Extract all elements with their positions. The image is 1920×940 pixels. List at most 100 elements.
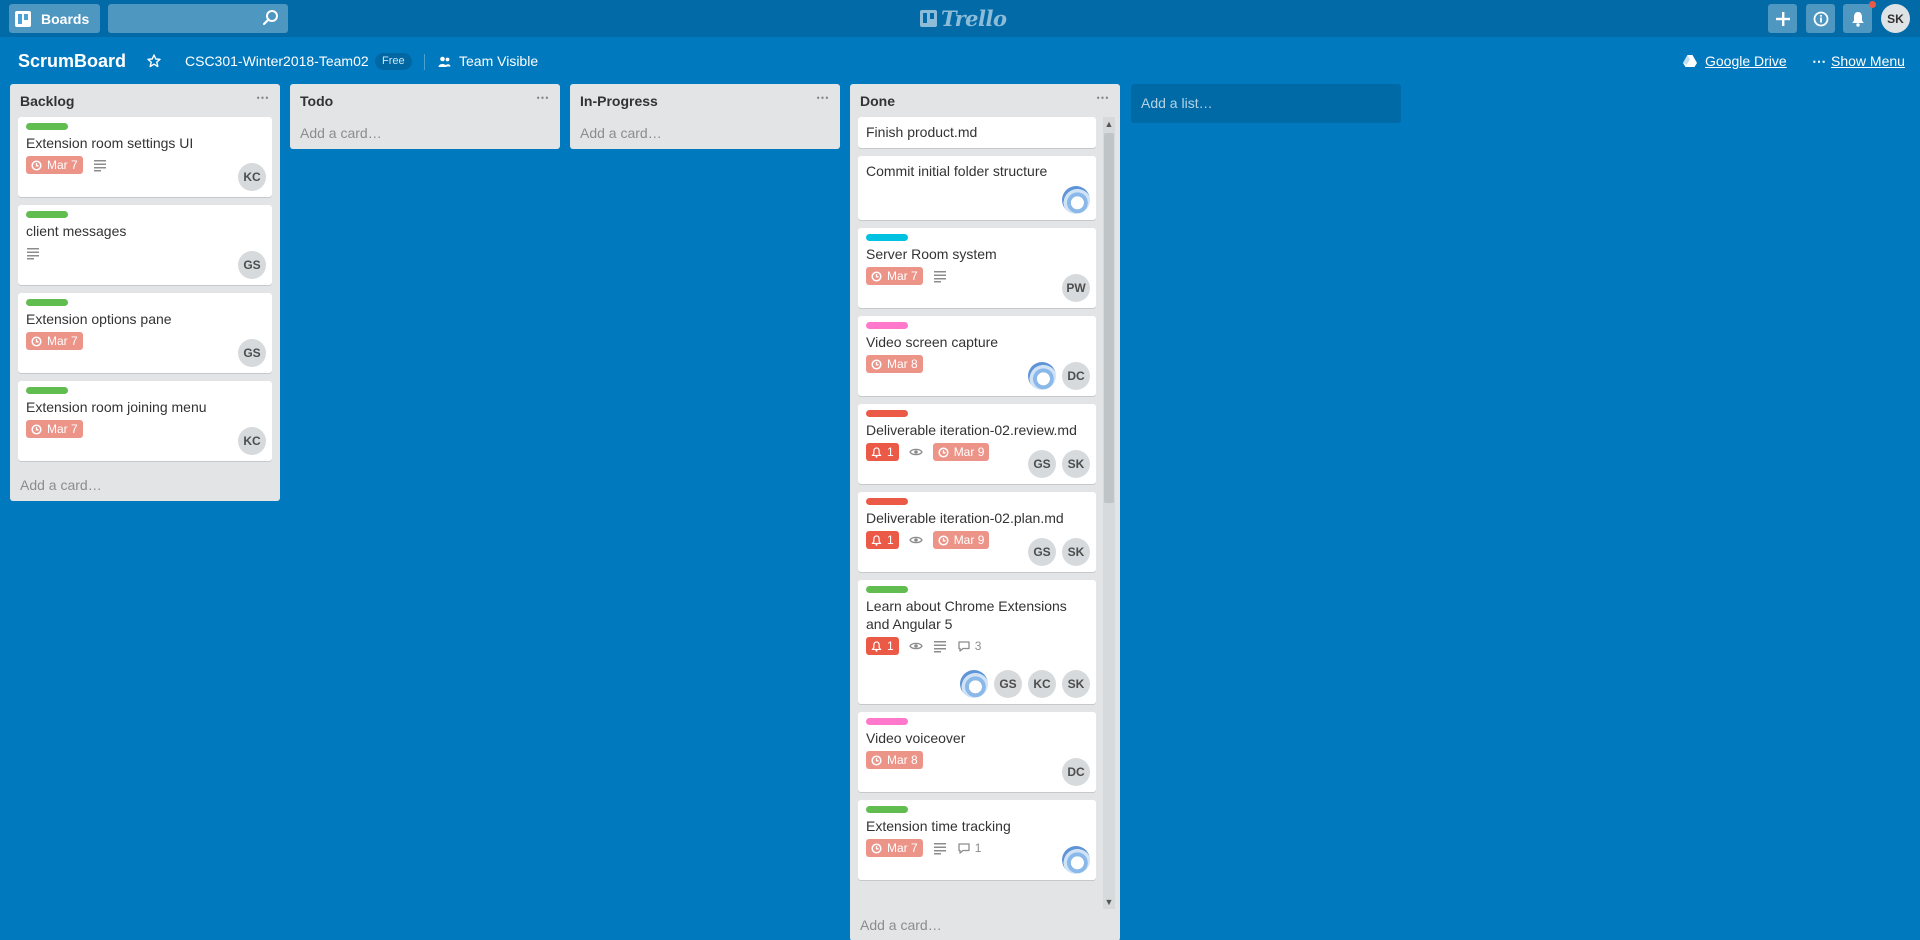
- notification-badge: 1: [866, 637, 899, 655]
- member-avatar[interactable]: GS: [994, 670, 1022, 698]
- header-divider: [424, 54, 425, 70]
- card-learn-about-chrome-extensions[interactable]: Learn about Chrome Extensions and Angula…: [858, 580, 1096, 704]
- add-card-button[interactable]: Add a card…: [10, 469, 280, 501]
- clock-icon: [871, 842, 882, 854]
- boards-button[interactable]: Boards: [9, 4, 100, 33]
- scroll-up-icon[interactable]: ▲: [1103, 117, 1115, 131]
- list-header[interactable]: Todo ⋯: [290, 84, 560, 117]
- scroll-down-icon[interactable]: ▼: [1103, 895, 1115, 909]
- add-card-button[interactable]: Add a card…: [570, 117, 840, 149]
- done-list-scrollbar[interactable]: ▲ ▼: [1103, 117, 1115, 909]
- due-date-badge: Mar 7: [866, 839, 923, 857]
- member-avatar[interactable]: GS: [238, 339, 266, 367]
- google-drive-link[interactable]: Google Drive: [1705, 53, 1787, 69]
- member-avatar[interactable]: GS: [238, 251, 266, 279]
- alert-bell-icon: [871, 640, 882, 652]
- member-avatar[interactable]: KC: [238, 427, 266, 455]
- member-avatar-photo[interactable]: [1062, 186, 1090, 214]
- card-extension-room-joining-menu[interactable]: Extension room joining menu Mar 7 KC: [18, 381, 272, 461]
- card-server-room-system[interactable]: Server Room system Mar 7 PW: [858, 228, 1096, 308]
- card-extension-options-pane[interactable]: Extension options pane Mar 7 GS: [18, 293, 272, 373]
- card-video-voiceover[interactable]: Video voiceover Mar 8 DC: [858, 712, 1096, 792]
- search-icon[interactable]: [262, 9, 280, 27]
- card-label-red[interactable]: [866, 410, 908, 417]
- member-avatar[interactable]: PW: [1062, 274, 1090, 302]
- member-avatar[interactable]: GS: [1028, 450, 1056, 478]
- add-card-button[interactable]: Add a card…: [850, 909, 1120, 940]
- board-title[interactable]: ScrumBoard: [18, 51, 126, 72]
- list-header[interactable]: Backlog ⋯: [10, 84, 280, 117]
- card-label-red[interactable]: [866, 498, 908, 505]
- search-input[interactable]: [108, 4, 288, 33]
- list-menu-button[interactable]: ⋯: [1096, 90, 1110, 106]
- list-menu-button[interactable]: ⋯: [256, 90, 270, 106]
- member-avatar[interactable]: SK: [1062, 450, 1090, 478]
- top-header: Boards Trello SK: [0, 0, 1920, 37]
- list-title[interactable]: Todo: [300, 93, 333, 109]
- due-date-text: Mar 9: [953, 533, 985, 547]
- card-label-pink[interactable]: [866, 322, 908, 329]
- list-title[interactable]: Done: [860, 93, 895, 109]
- card-commit-initial-folder-structure[interactable]: Commit initial folder structure: [858, 156, 1096, 220]
- card-extension-room-settings-ui[interactable]: Extension room settings UI Mar 7 KC: [18, 117, 272, 197]
- card-deliverable-iteration-02-plan[interactable]: Deliverable iteration-02.plan.md 1 Mar 9…: [858, 492, 1096, 572]
- comment-count: 1: [974, 841, 982, 855]
- card-label-pink[interactable]: [866, 718, 908, 725]
- trello-logo[interactable]: Trello: [920, 5, 1007, 31]
- member-avatar-photo[interactable]: [1062, 846, 1090, 874]
- list-backlog: Backlog ⋯ Extension room settings UI Mar…: [10, 84, 280, 501]
- member-avatar[interactable]: DC: [1062, 758, 1090, 786]
- card-extension-time-tracking[interactable]: Extension time tracking Mar 7 1: [858, 800, 1096, 880]
- done-card-scroll-area[interactable]: Finish product.md Commit initial folder …: [850, 117, 1120, 909]
- due-date-badge: Mar 8: [866, 751, 923, 769]
- show-menu-link[interactable]: Show Menu: [1831, 53, 1905, 69]
- eye-icon: [908, 642, 923, 650]
- due-date-text: Mar 7: [887, 269, 918, 283]
- card-label-green[interactable]: [26, 387, 68, 394]
- card-title: Server Room system: [866, 246, 997, 262]
- team-name[interactable]: CSC301-Winter2018-Team02: [185, 53, 369, 69]
- boards-label: Boards: [41, 10, 90, 27]
- list-header[interactable]: In-Progress ⋯: [570, 84, 840, 117]
- member-avatar[interactable]: SK: [1062, 538, 1090, 566]
- comment-badge: 1: [957, 841, 982, 855]
- notifications-button[interactable]: [1843, 4, 1872, 33]
- list-header[interactable]: Done ⋯: [850, 84, 1120, 117]
- clock-icon: [31, 159, 42, 171]
- list-title[interactable]: In-Progress: [580, 93, 658, 109]
- star-icon[interactable]: [147, 54, 161, 68]
- card-label-green[interactable]: [26, 299, 68, 306]
- card-finish-product-md[interactable]: Finish product.md: [858, 117, 1096, 148]
- member-avatar[interactable]: KC: [1028, 670, 1056, 698]
- card-video-screen-capture[interactable]: Video screen capture Mar 8 DC: [858, 316, 1096, 396]
- member-avatar-photo[interactable]: [960, 670, 988, 698]
- card-label-green[interactable]: [866, 586, 908, 593]
- list-todo: Todo ⋯ Add a card…: [290, 84, 560, 149]
- member-avatar[interactable]: DC: [1062, 362, 1090, 390]
- card-client-messages[interactable]: client messages GS: [18, 205, 272, 285]
- member-avatar-photo[interactable]: [1028, 362, 1056, 390]
- card-deliverable-iteration-02-review[interactable]: Deliverable iteration-02.review.md 1 Mar…: [858, 404, 1096, 484]
- description-icon: [933, 843, 946, 855]
- info-button[interactable]: [1806, 4, 1835, 33]
- card-title: Extension room joining menu: [26, 399, 207, 415]
- user-avatar[interactable]: SK: [1881, 4, 1910, 33]
- member-avatar[interactable]: KC: [238, 163, 266, 191]
- card-label-blue[interactable]: [866, 234, 908, 241]
- boards-icon: [15, 10, 31, 27]
- card-label-green[interactable]: [26, 123, 68, 130]
- create-button[interactable]: [1768, 4, 1797, 33]
- list-menu-button[interactable]: ⋯: [536, 90, 550, 106]
- menu-dots-icon[interactable]: ⋯: [1812, 53, 1826, 70]
- card-label-green[interactable]: [26, 211, 68, 218]
- description-icon: [933, 271, 946, 283]
- add-card-button[interactable]: Add a card…: [290, 117, 560, 149]
- add-list-button[interactable]: Add a list…: [1131, 84, 1401, 123]
- scrollbar-thumb[interactable]: [1104, 133, 1114, 503]
- member-avatar[interactable]: SK: [1062, 670, 1090, 698]
- member-avatar[interactable]: GS: [1028, 538, 1056, 566]
- visibility-button[interactable]: Team Visible: [459, 53, 538, 69]
- list-title[interactable]: Backlog: [20, 93, 74, 109]
- card-label-green[interactable]: [866, 806, 908, 813]
- list-menu-button[interactable]: ⋯: [816, 90, 830, 106]
